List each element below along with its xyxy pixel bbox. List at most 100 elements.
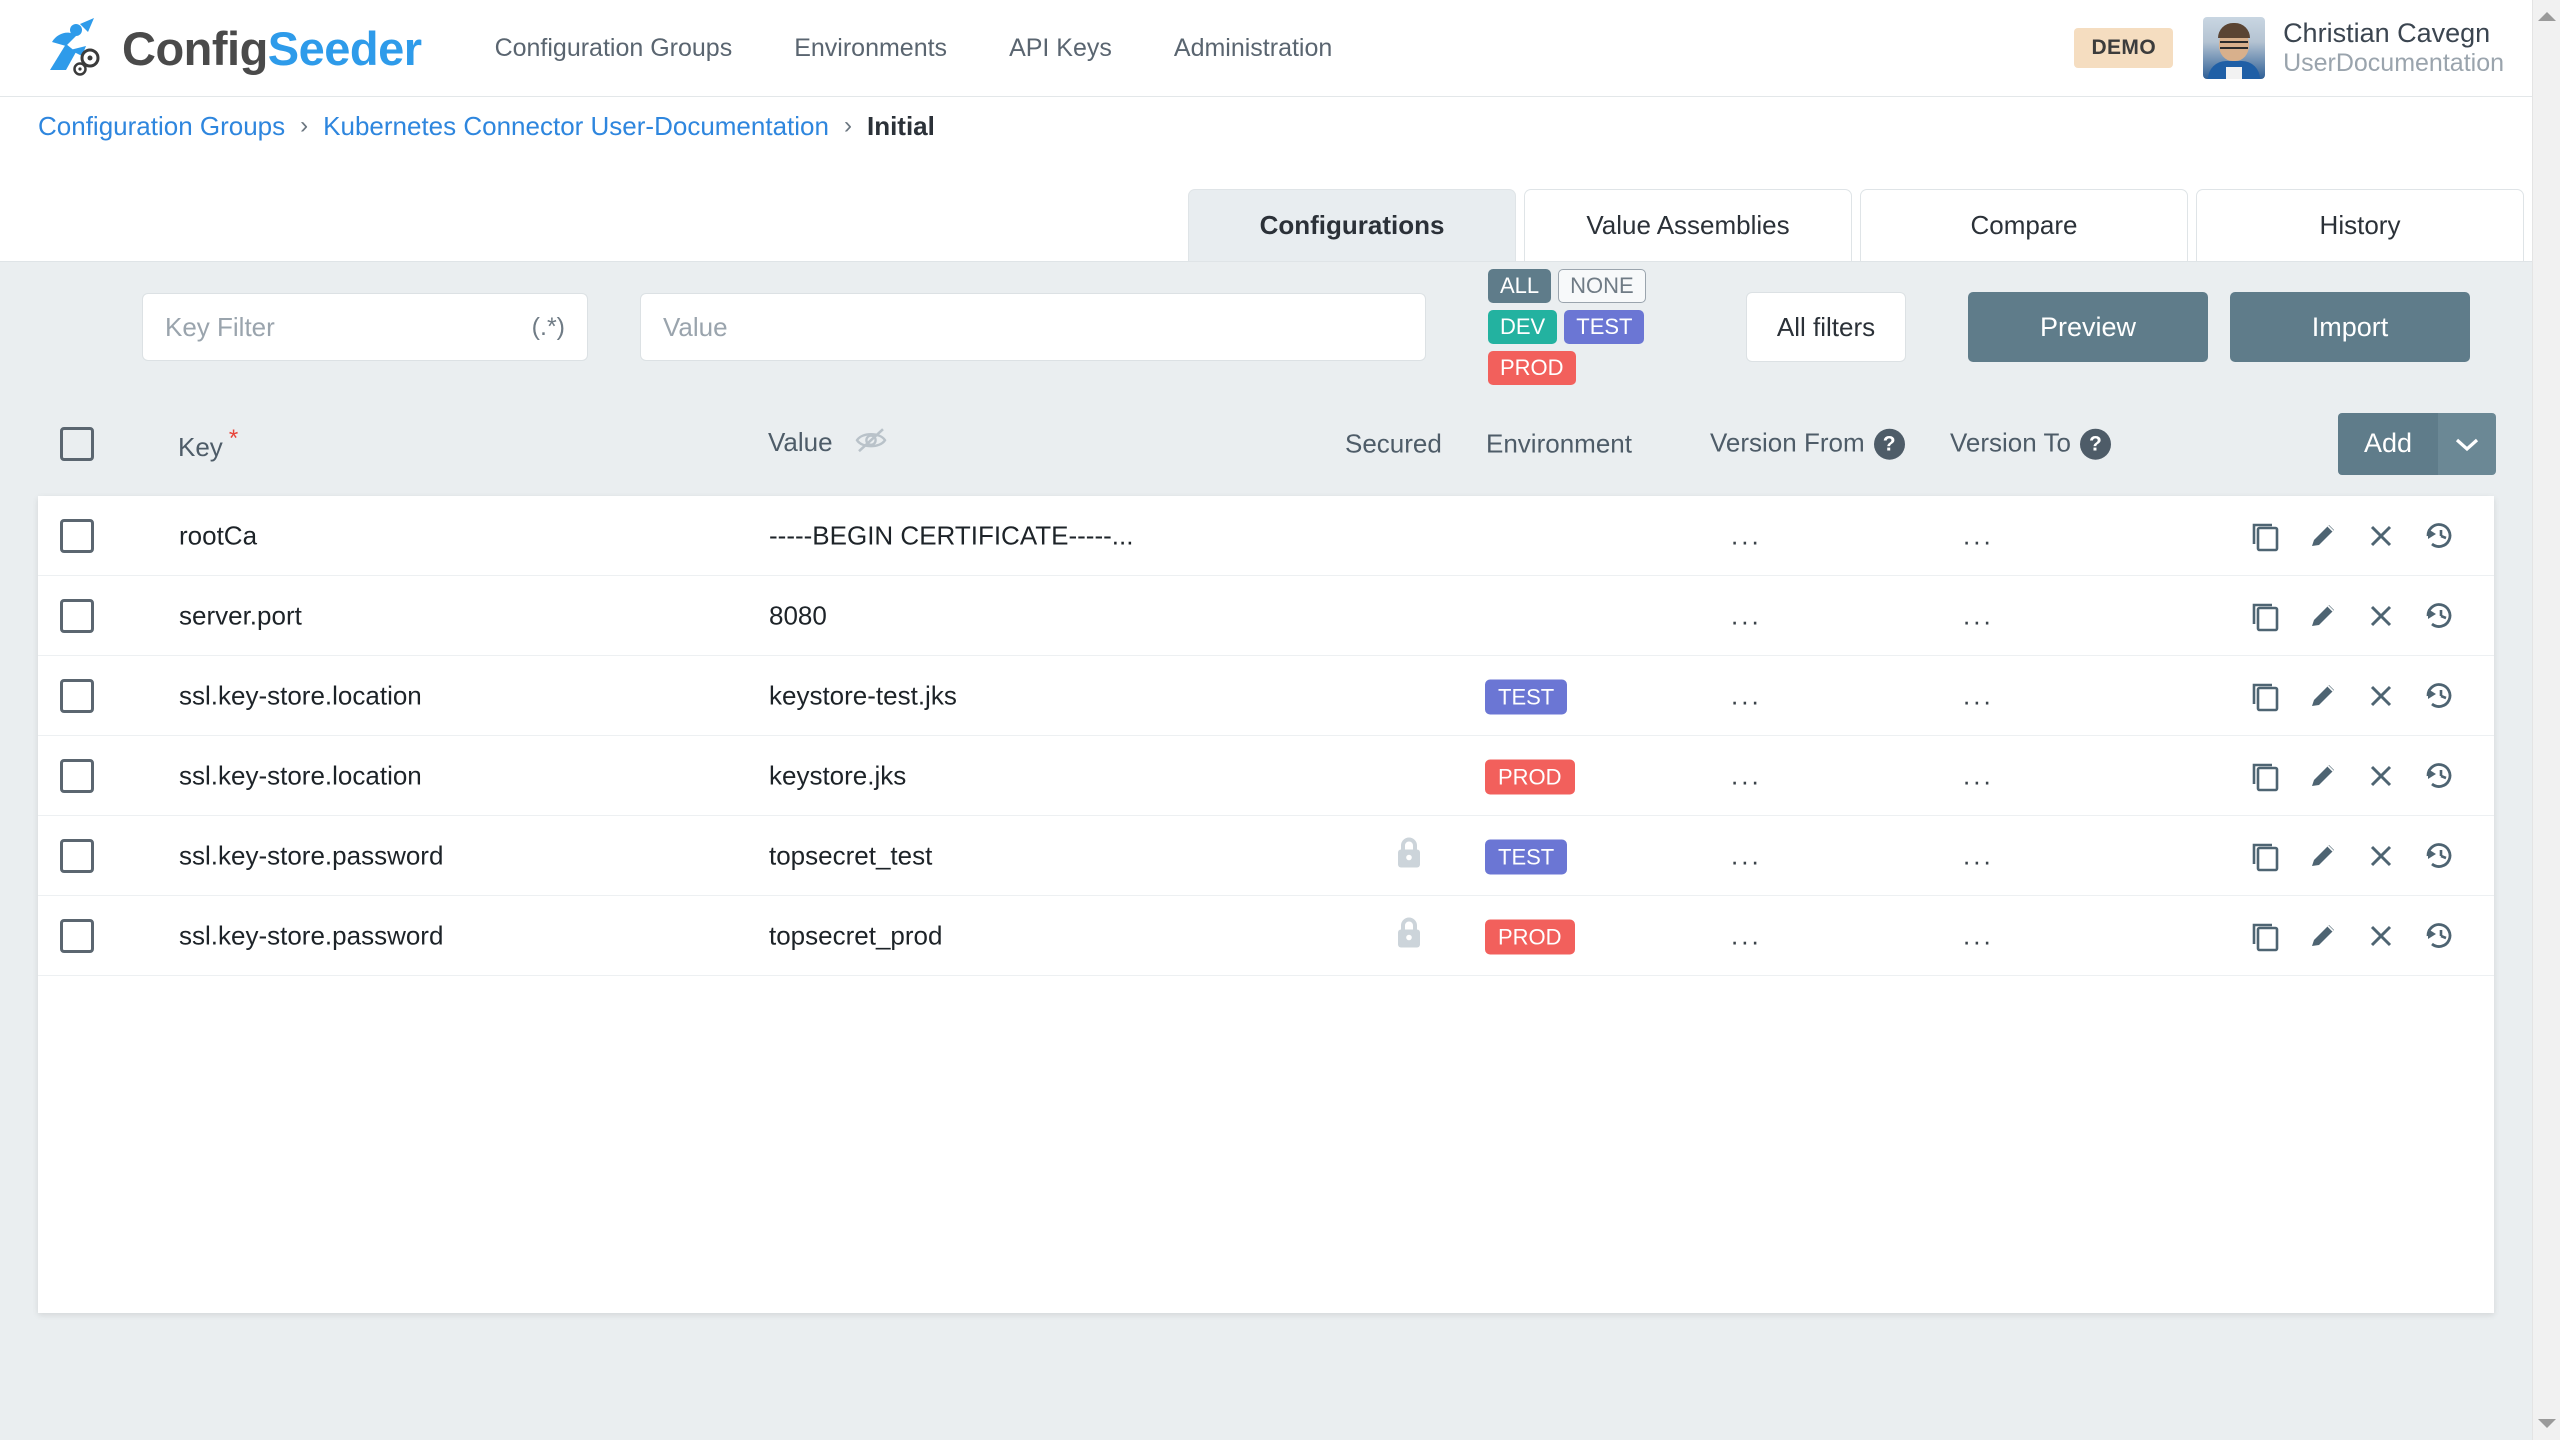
breadcrumb-separator-icon: › <box>844 112 852 140</box>
row-value: -----BEGIN CERTIFICATE-----... <box>769 520 1133 551</box>
copy-icon[interactable] <box>2248 839 2282 873</box>
nav-item-environments[interactable]: Environments <box>763 34 978 63</box>
page-scrollbar[interactable] <box>2532 0 2560 1440</box>
history-icon[interactable] <box>2422 839 2458 873</box>
row-version-from: ... <box>1731 760 1762 791</box>
edit-pencil-icon[interactable] <box>2306 839 2340 873</box>
edit-pencil-icon[interactable] <box>2306 599 2340 633</box>
row-environment-badge: PROD <box>1485 759 1575 794</box>
table-row[interactable]: rootCa -----BEGIN CERTIFICATE-----... ..… <box>38 496 2494 576</box>
column-header-key[interactable]: Key* <box>178 425 238 463</box>
delete-x-icon[interactable] <box>2364 519 2398 553</box>
user-role: UserDocumentation <box>2283 49 2504 78</box>
nav-item-configuration-groups[interactable]: Configuration Groups <box>464 34 764 63</box>
column-header-version-to-label: Version To <box>1950 427 2071 457</box>
column-header-value[interactable]: Value <box>768 427 888 461</box>
row-checkbox[interactable] <box>60 519 94 553</box>
breadcrumb-item-root[interactable]: Configuration Groups <box>38 111 285 142</box>
table-row[interactable]: ssl.key-store.location keystore.jks PROD… <box>38 736 2494 816</box>
history-icon[interactable] <box>2422 679 2458 713</box>
key-filter-input[interactable]: Key Filter (.*) <box>142 293 588 361</box>
edit-pencil-icon[interactable] <box>2306 519 2340 553</box>
brand-logo[interactable]: ConfigSeeder <box>36 16 422 80</box>
row-environment: PROD <box>1485 760 1575 791</box>
env-chip-none[interactable]: NONE <box>1558 269 1646 303</box>
brand-title-second: Seeder <box>268 22 422 75</box>
row-checkbox[interactable] <box>60 919 94 953</box>
filter-toolbar: Key Filter (.*) Value ALL NONE DEV TEST … <box>0 263 2532 391</box>
delete-x-icon[interactable] <box>2364 919 2398 953</box>
scroll-up-arrow-icon[interactable] <box>2538 12 2556 21</box>
row-actions <box>2248 599 2458 633</box>
env-chip-prod[interactable]: PROD <box>1488 351 1576 385</box>
row-checkbox[interactable] <box>60 679 94 713</box>
user-area: DEMO Christian Cavegn UserDocumentation <box>2074 17 2504 79</box>
table-row[interactable]: ssl.key-store.location keystore-test.jks… <box>38 656 2494 736</box>
column-header-environment[interactable]: Environment <box>1486 428 1632 459</box>
column-header-version-to[interactable]: Version To? <box>1950 427 2111 460</box>
tab-compare[interactable]: Compare <box>1860 189 2188 261</box>
history-icon[interactable] <box>2422 599 2458 633</box>
history-icon[interactable] <box>2422 759 2458 793</box>
env-chip-test[interactable]: TEST <box>1564 310 1644 344</box>
table-row[interactable]: ssl.key-store.password topsecret_test TE… <box>38 816 2494 896</box>
row-version-to: ... <box>1963 600 1994 631</box>
chevron-down-icon[interactable] <box>2438 413 2496 475</box>
copy-icon[interactable] <box>2248 519 2282 553</box>
select-all-checkbox[interactable] <box>60 427 94 461</box>
user-info[interactable]: Christian Cavegn UserDocumentation <box>2283 18 2504 78</box>
all-filters-button[interactable]: All filters <box>1746 292 1906 362</box>
edit-pencil-icon[interactable] <box>2306 759 2340 793</box>
edit-pencil-icon[interactable] <box>2306 919 2340 953</box>
eye-slash-icon[interactable] <box>854 429 888 459</box>
delete-x-icon[interactable] <box>2364 679 2398 713</box>
tab-value-assemblies[interactable]: Value Assemblies <box>1524 189 1852 261</box>
table-row[interactable]: server.port 8080 ... ... <box>38 576 2494 656</box>
value-filter-input[interactable]: Value <box>640 293 1426 361</box>
row-key: ssl.key-store.location <box>179 760 422 791</box>
nav-item-api-keys[interactable]: API Keys <box>978 34 1143 63</box>
avatar[interactable] <box>2203 17 2265 79</box>
row-version-from: ... <box>1731 840 1762 871</box>
row-version-from: ... <box>1731 520 1762 551</box>
row-version-from: ... <box>1731 600 1762 631</box>
row-checkbox[interactable] <box>60 839 94 873</box>
row-version-to: ... <box>1963 840 1994 871</box>
env-chip-all[interactable]: ALL <box>1488 269 1551 303</box>
row-actions <box>2248 759 2458 793</box>
column-header-version-from-label: Version From <box>1710 427 1865 457</box>
tab-configurations[interactable]: Configurations <box>1188 189 1516 261</box>
history-icon[interactable] <box>2422 919 2458 953</box>
tab-bar: Configurations Value Assemblies Compare … <box>0 155 2532 262</box>
import-button[interactable]: Import <box>2230 292 2470 362</box>
column-header-secured[interactable]: Secured <box>1345 428 1442 459</box>
breadcrumb-item-group[interactable]: Kubernetes Connector User-Documentation <box>323 111 829 142</box>
row-value: topsecret_prod <box>769 920 942 951</box>
add-button[interactable]: Add <box>2338 413 2496 475</box>
nav-item-administration[interactable]: Administration <box>1143 34 1363 63</box>
column-header-version-from[interactable]: Version From? <box>1710 427 1905 460</box>
preview-button[interactable]: Preview <box>1968 292 2208 362</box>
tab-history[interactable]: History <box>2196 189 2524 261</box>
table-row[interactable]: ssl.key-store.password topsecret_prod PR… <box>38 896 2494 976</box>
env-chip-dev[interactable]: DEV <box>1488 310 1557 344</box>
row-value: topsecret_test <box>769 840 932 871</box>
edit-pencil-icon[interactable] <box>2306 679 2340 713</box>
copy-icon[interactable] <box>2248 679 2282 713</box>
help-icon[interactable]: ? <box>2080 429 2111 460</box>
row-checkbox[interactable] <box>60 599 94 633</box>
help-icon[interactable]: ? <box>1874 429 1905 460</box>
history-icon[interactable] <box>2422 519 2458 553</box>
breadcrumb: Configuration Groups › Kubernetes Connec… <box>0 97 2532 155</box>
delete-x-icon[interactable] <box>2364 839 2398 873</box>
row-version-to: ... <box>1963 520 1994 551</box>
copy-icon[interactable] <box>2248 759 2282 793</box>
scroll-down-arrow-icon[interactable] <box>2538 1419 2556 1428</box>
key-filter-placeholder: Key Filter <box>165 312 275 343</box>
delete-x-icon[interactable] <box>2364 759 2398 793</box>
row-value: keystore-test.jks <box>769 680 957 711</box>
delete-x-icon[interactable] <box>2364 599 2398 633</box>
row-checkbox[interactable] <box>60 759 94 793</box>
copy-icon[interactable] <box>2248 919 2282 953</box>
copy-icon[interactable] <box>2248 599 2282 633</box>
